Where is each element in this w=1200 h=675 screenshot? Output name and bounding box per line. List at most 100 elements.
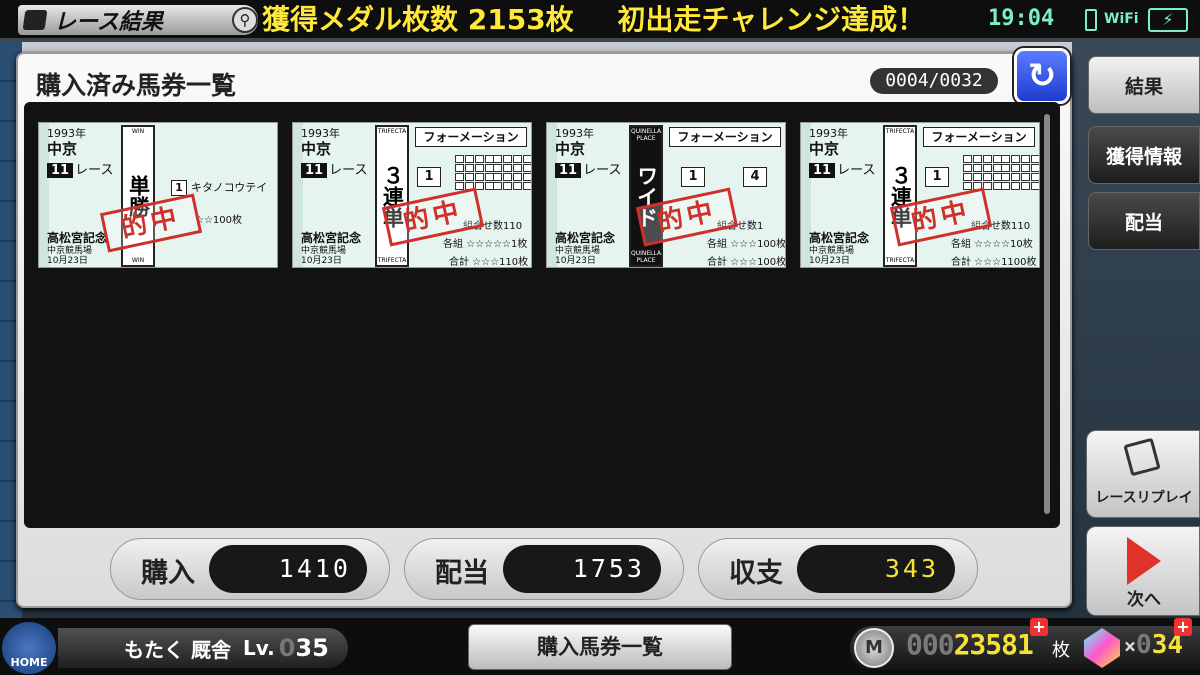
race-name: 高松宮記念 [301, 231, 362, 245]
next-button[interactable]: 次へ [1086, 526, 1200, 616]
ticket-race: 11 レース [301, 159, 367, 178]
race-place: 中京競馬場 10月23日 [301, 246, 346, 266]
ticket-venue: 中京 [301, 140, 332, 158]
bet-type-en: TRIFECTA [377, 128, 407, 135]
ticket-race: 11 レース [809, 159, 875, 178]
payout-label: 配当 [435, 558, 489, 589]
back-button[interactable]: ↻ [1014, 48, 1070, 104]
medal-icon: M [854, 628, 894, 668]
screen-title: レース結果 [54, 10, 163, 35]
side-payout-button[interactable]: 配当 [1088, 192, 1200, 250]
race-label: レース [837, 163, 876, 178]
news-ticker: 獲得メダル枚数 2153枚 初出走チャレンジ達成！ [262, 2, 972, 38]
third-place-grid [1001, 155, 1039, 190]
phone-icon [1085, 9, 1097, 31]
counter-separator: / [928, 70, 940, 91]
third-place-grid [493, 155, 531, 190]
gem-multiplier: × [1124, 634, 1137, 658]
purchase-total: 購入 1410 [110, 538, 390, 600]
race-date: 10月23日 [555, 256, 596, 266]
race-replay-label: レースリプレイ [1095, 490, 1193, 506]
side-result-button[interactable]: 結果 [1088, 56, 1200, 114]
payout-total: 配当 1753 [404, 538, 684, 600]
horse-number: 1 [171, 180, 187, 196]
play-arrow-icon [1127, 537, 1161, 585]
stable-name: もたく 厩舎 [124, 637, 231, 662]
race-number: 11 [555, 163, 582, 178]
level-leading-zero: 0 [278, 634, 296, 662]
race-place: 中京競馬場 10月23日 [47, 246, 92, 266]
purchase-label: 購入 [141, 558, 195, 589]
first-place-box: 1 [925, 167, 949, 187]
second-place-grid [963, 155, 1002, 190]
bet-type-en: TRIFECTA [885, 128, 915, 135]
monitor-icon [1123, 437, 1161, 477]
back-arrow-icon: ↻ [1027, 56, 1057, 96]
counter-total: 0032 [939, 70, 983, 91]
race-label: レース [329, 163, 368, 178]
ticket-card[interactable]: 1993年 中京 11 レース TRIFECTA ３連単 TRIFECTA フォー… [800, 122, 1040, 268]
clock: 19:04 [988, 6, 1055, 31]
horse-name: キタノコウテイ [191, 181, 268, 194]
panel-title: 購入済み馬券一覧 [36, 71, 237, 100]
formation-label: フォーメーション [415, 127, 527, 147]
side-info-button[interactable]: 獲得情報 [1088, 126, 1200, 184]
level-label: Lv. [242, 636, 275, 660]
list-scrollbar[interactable] [1044, 114, 1050, 514]
level-value: 035 [279, 634, 329, 662]
add-medal-button[interactable]: + [1030, 618, 1048, 636]
bet-type-en: WIN [131, 128, 145, 135]
level-number: 35 [295, 634, 329, 662]
race-name: 高松宮記念 [47, 231, 108, 245]
balance-label: 収支 [729, 558, 783, 589]
wifi-indicator: WiFi [1104, 11, 1139, 27]
payout-value: 1753 [503, 545, 661, 593]
total-amount: 合計 ☆☆☆1100枚 [951, 257, 1037, 268]
bet-type-en-bottom: TRIFECTA [377, 257, 407, 264]
first-place-box: 1 [417, 167, 441, 187]
medal-value: 23581 [953, 628, 1034, 661]
next-label: 次へ [1127, 590, 1161, 610]
ticket-list[interactable]: 1993年 中京 11 レース WIN 単勝 WIN 1 キタノコウテイ ☆☆100… [24, 102, 1060, 528]
player-info: もたく 厩舎 Lv. 035 [58, 628, 348, 668]
race-replay-button[interactable]: レースリプレイ [1086, 430, 1200, 518]
bet-amount: ☆☆100枚 [195, 215, 243, 226]
medal-leading-zeros: 000 [906, 628, 955, 661]
ticket-card[interactable]: 1993年 中京 11 レース TRIFECTA ３連単 TRIFECTA フォー… [292, 122, 532, 268]
per-combo-amount: 各組 ☆☆☆☆☆1枚 [443, 239, 528, 250]
racecourse: 中京競馬場 [301, 246, 347, 256]
ticket-venue: 中京 [47, 140, 78, 158]
first-horse-box: 1 [681, 167, 705, 187]
formation-label: フォーメーション [669, 127, 781, 147]
add-gem-button[interactable]: + [1174, 618, 1192, 636]
purchased-tickets-panel: 購入済み馬券一覧 0004/0032 ↻ 1993年 中京 11 レース WIN … [16, 48, 1072, 608]
total-amount: 合計 ☆☆☆100枚 [707, 257, 786, 268]
ticket-card[interactable]: 1993年 中京 11 レース QUINELLA PLACE ワイド QUINEL… [546, 122, 786, 268]
purchased-tickets-button[interactable]: 購入馬券一覧 [468, 624, 732, 670]
home-button[interactable]: HOME [2, 622, 56, 674]
balance-total: 収支 343 [698, 538, 978, 600]
racecourse: 中京競馬場 [809, 246, 855, 256]
race-place: 中京競馬場 10月23日 [555, 246, 600, 266]
per-combo-amount: 各組 ☆☆☆100枚 [707, 239, 786, 250]
race-date: 10月23日 [47, 256, 88, 266]
horse-selection: 1 キタノコウテイ [171, 179, 267, 196]
top-bar: レース結果 ⚲ 獲得メダル枚数 2153枚 初出走チャレンジ達成！ 19:04 … [0, 0, 1200, 40]
race-name: 高松宮記念 [809, 231, 870, 245]
bet-type-en-bottom: WIN [131, 257, 145, 264]
per-combo-amount: 各組 ☆☆☆☆10枚 [951, 239, 1033, 250]
ticket-counter: 0004/0032 [870, 68, 998, 94]
ticker-item: 獲得メダル枚数 2153枚 [262, 3, 574, 36]
bet-type-en: QUINELLA PLACE [631, 128, 662, 142]
ticket-card[interactable]: 1993年 中京 11 レース WIN 単勝 WIN 1 キタノコウテイ ☆☆100… [38, 122, 278, 268]
home-label: HOME [10, 656, 48, 669]
race-number: 11 [47, 163, 74, 178]
ticker-item: 初出走チャレンジ達成！ [617, 3, 926, 36]
race-label: レース [583, 163, 622, 178]
total-amount: 合計 ☆☆☆110枚 [449, 257, 529, 268]
medal-unit: 枚 [1052, 640, 1070, 661]
race-label: レース [75, 163, 114, 178]
search-icon[interactable]: ⚲ [232, 7, 258, 33]
race-name: 高松宮記念 [555, 231, 616, 245]
formation-label: フォーメーション [923, 127, 1035, 147]
